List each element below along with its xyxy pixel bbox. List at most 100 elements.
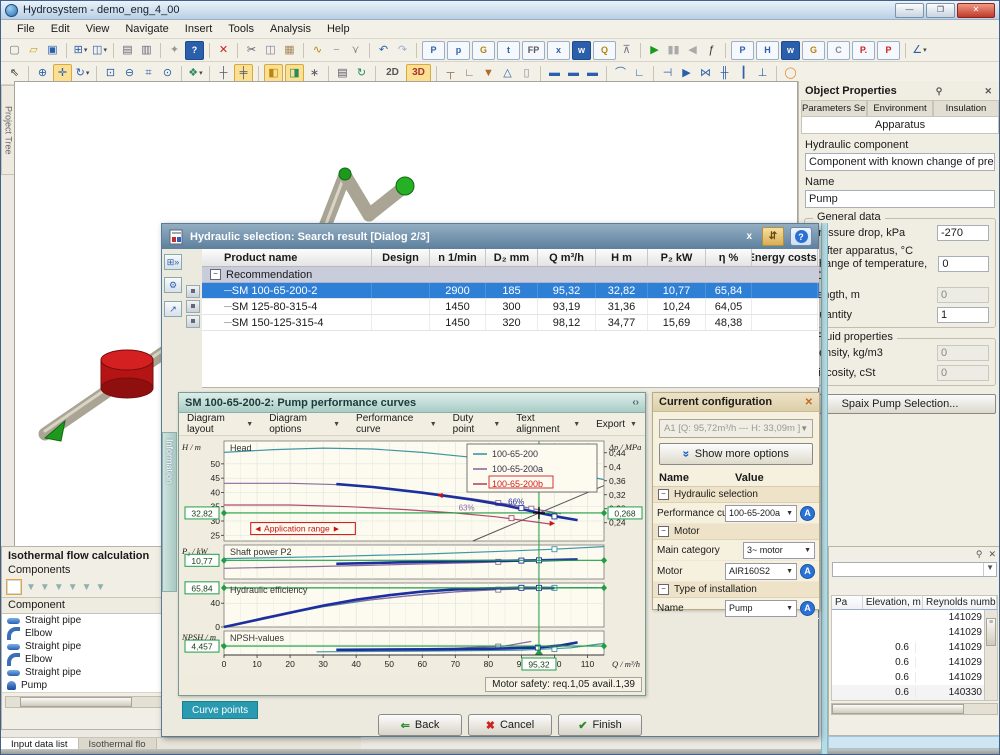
results-column-2[interactable]: Reynolds number	[923, 596, 997, 609]
result-p2-icon[interactable]: P.	[852, 41, 875, 60]
column-header-0[interactable]: Product name	[202, 249, 372, 266]
result-w-icon[interactable]: w	[781, 41, 800, 60]
probe-icon[interactable]: ƒ	[703, 42, 720, 59]
elbow-curve-icon[interactable]: ⌒	[612, 65, 629, 82]
w-icon[interactable]: w	[572, 41, 591, 60]
finish-button[interactable]: ✔ Finish	[558, 714, 642, 736]
print-icon[interactable]: ▤	[119, 42, 136, 59]
capsule-icon[interactable]: ▯	[518, 65, 535, 82]
column-header-4[interactable]: Q m³/h	[538, 249, 596, 266]
tab-parameters-selection[interactable]: Parameters Selection	[801, 100, 867, 116]
auto-badge[interactable]: A	[800, 564, 815, 579]
gasket-ring-icon[interactable]: ◯	[782, 65, 799, 82]
component-list-item[interactable]: Elbow	[2, 653, 178, 666]
pause-icon[interactable]: ▮▮	[665, 42, 682, 59]
window-view-icon[interactable]: ◫▾	[91, 42, 108, 59]
component-list-item[interactable]: Pump	[2, 679, 178, 692]
corner-fitting-icon[interactable]: ∟	[461, 65, 478, 82]
zoom-dynamic-icon[interactable]: ⊕	[34, 65, 51, 82]
results-row[interactable]: 0.6141029	[832, 655, 997, 670]
check-valve-icon[interactable]: ▶	[678, 65, 695, 82]
gap-icon[interactable]: −	[328, 42, 345, 59]
results-column-1[interactable]: Elevation, m	[863, 596, 923, 609]
menu-diagram-layout[interactable]: Diagram layout▼	[179, 413, 261, 435]
config-group-type-of-installation[interactable]: −Type of installation	[653, 582, 819, 598]
maximize-button[interactable]: ❐	[926, 3, 955, 18]
zoom-previous-icon[interactable]: ⊙	[159, 65, 176, 82]
curve-points-tab[interactable]: Curve points	[182, 701, 258, 719]
column-header-7[interactable]: η %	[706, 249, 752, 266]
resize-icon[interactable]: ‹›	[632, 397, 639, 408]
q-icon[interactable]: Q	[593, 41, 616, 60]
flask-icon[interactable]: △	[499, 65, 516, 82]
chart-icon[interactable]: ∠▾	[911, 42, 928, 59]
temperature-field[interactable]: 0	[938, 256, 989, 272]
tab-apparatus[interactable]: Apparatus	[801, 116, 999, 134]
results-pin-icon[interactable]: ⚲	[976, 549, 983, 560]
results-filter-select[interactable]: ▼	[832, 562, 997, 577]
select-icon[interactable]: ⇖	[6, 65, 23, 82]
search-result-row[interactable]: SM 125-80-315-4145030093,1931,3610,2464,…	[202, 299, 819, 315]
reducer-icon[interactable]: ⊣	[659, 65, 676, 82]
cut-icon[interactable]: ✂	[243, 42, 260, 59]
menu-export[interactable]: Export▼	[588, 419, 645, 430]
customize-tools-icon[interactable]: ✦	[166, 42, 183, 59]
config-value-select[interactable]: Pump▼	[725, 600, 797, 617]
join-nodes-icon[interactable]: ∿	[309, 42, 326, 59]
redo-icon[interactable]: ↷	[394, 42, 411, 59]
column-header-1[interactable]: Design	[372, 249, 430, 266]
menu-diagram-options[interactable]: Diagram options▼	[261, 413, 348, 435]
minimize-button[interactable]: —	[895, 3, 924, 18]
pump-catalog-icon[interactable]: ⚙	[164, 277, 182, 293]
search-result-row[interactable]: SM 150-125-315-4145032098,1234,7715,6948…	[202, 315, 819, 331]
auto-badge[interactable]: A	[800, 506, 815, 521]
component-list-item[interactable]: Elbow	[2, 627, 178, 640]
component-list-item[interactable]: Straight pipe	[2, 614, 178, 627]
cancel-button[interactable]: ✖ Cancel	[468, 714, 552, 736]
menu-edit[interactable]: Edit	[43, 21, 78, 37]
manual-pump-icon[interactable]: ⊼	[618, 42, 635, 59]
gas-g-icon[interactable]: G	[472, 41, 495, 60]
open-folder-icon[interactable]: ▱	[25, 42, 42, 59]
flow-tool-icon[interactable]: ▼	[96, 582, 106, 593]
straight-pipe-icon[interactable]: ▬	[546, 65, 563, 82]
save-icon[interactable]: ▣	[44, 42, 61, 59]
pan-icon[interactable]: ✛	[53, 64, 72, 83]
results-row[interactable]: 141029	[832, 625, 997, 640]
results-row[interactable]: 0.6141029	[832, 640, 997, 655]
pin-icon[interactable]: ⚲	[933, 86, 946, 97]
menu-view[interactable]: View	[78, 21, 118, 37]
grid-ruler-icon[interactable]: ╪	[234, 64, 253, 83]
copy-icon[interactable]: ◫	[262, 42, 279, 59]
pump-performance-chart[interactable]: 2530354045500,440,40,360,320,280,2432,82…	[180, 437, 644, 675]
config-value-select[interactable]: 100-65-200a▼	[725, 505, 797, 522]
column-header-5[interactable]: H m	[596, 249, 648, 266]
show-more-options-button[interactable]: » Show more options	[659, 443, 813, 465]
pressure-drop-field[interactable]: -270	[937, 225, 989, 241]
zoom-out-icon[interactable]: ⊖	[121, 65, 138, 82]
orbit-icon[interactable]: ↻▾	[74, 65, 91, 82]
results-row[interactable]: 0.6140330	[832, 685, 997, 700]
flow-tool-icon[interactable]: ▼	[82, 582, 92, 593]
flow-tool-icon[interactable]: ▼	[26, 582, 36, 593]
menu-analysis[interactable]: Analysis	[262, 21, 319, 37]
column-header-2[interactable]: n 1/min	[430, 249, 486, 266]
menu-file[interactable]: File	[9, 21, 43, 37]
name-field[interactable]: Pump	[805, 190, 995, 208]
control-valve-icon[interactable]: ╫	[716, 65, 733, 82]
results-close-icon[interactable]: ✕	[988, 549, 996, 560]
gate-valve-icon[interactable]: ⋈	[697, 65, 714, 82]
row-tool-icon[interactable]	[186, 285, 200, 298]
result-h-icon[interactable]: H	[756, 41, 779, 60]
zoom-window-icon[interactable]: ⊡	[102, 65, 119, 82]
filter-columns-icon[interactable]: ⊞»	[164, 254, 182, 270]
funnel-icon[interactable]: ▼	[480, 65, 497, 82]
run-calculation-icon[interactable]: ▶	[646, 42, 663, 59]
menu-navigate[interactable]: Navigate	[117, 21, 176, 37]
menu-text-alignment[interactable]: Text alignment▼	[508, 413, 588, 435]
dialog-help-icon[interactable]: ?	[790, 227, 812, 246]
component-column-header[interactable]: Component	[8, 599, 65, 612]
x-icon[interactable]: x	[547, 41, 570, 60]
result-p3-icon[interactable]: P	[877, 41, 900, 60]
tab-insulation[interactable]: Insulation	[933, 100, 999, 116]
